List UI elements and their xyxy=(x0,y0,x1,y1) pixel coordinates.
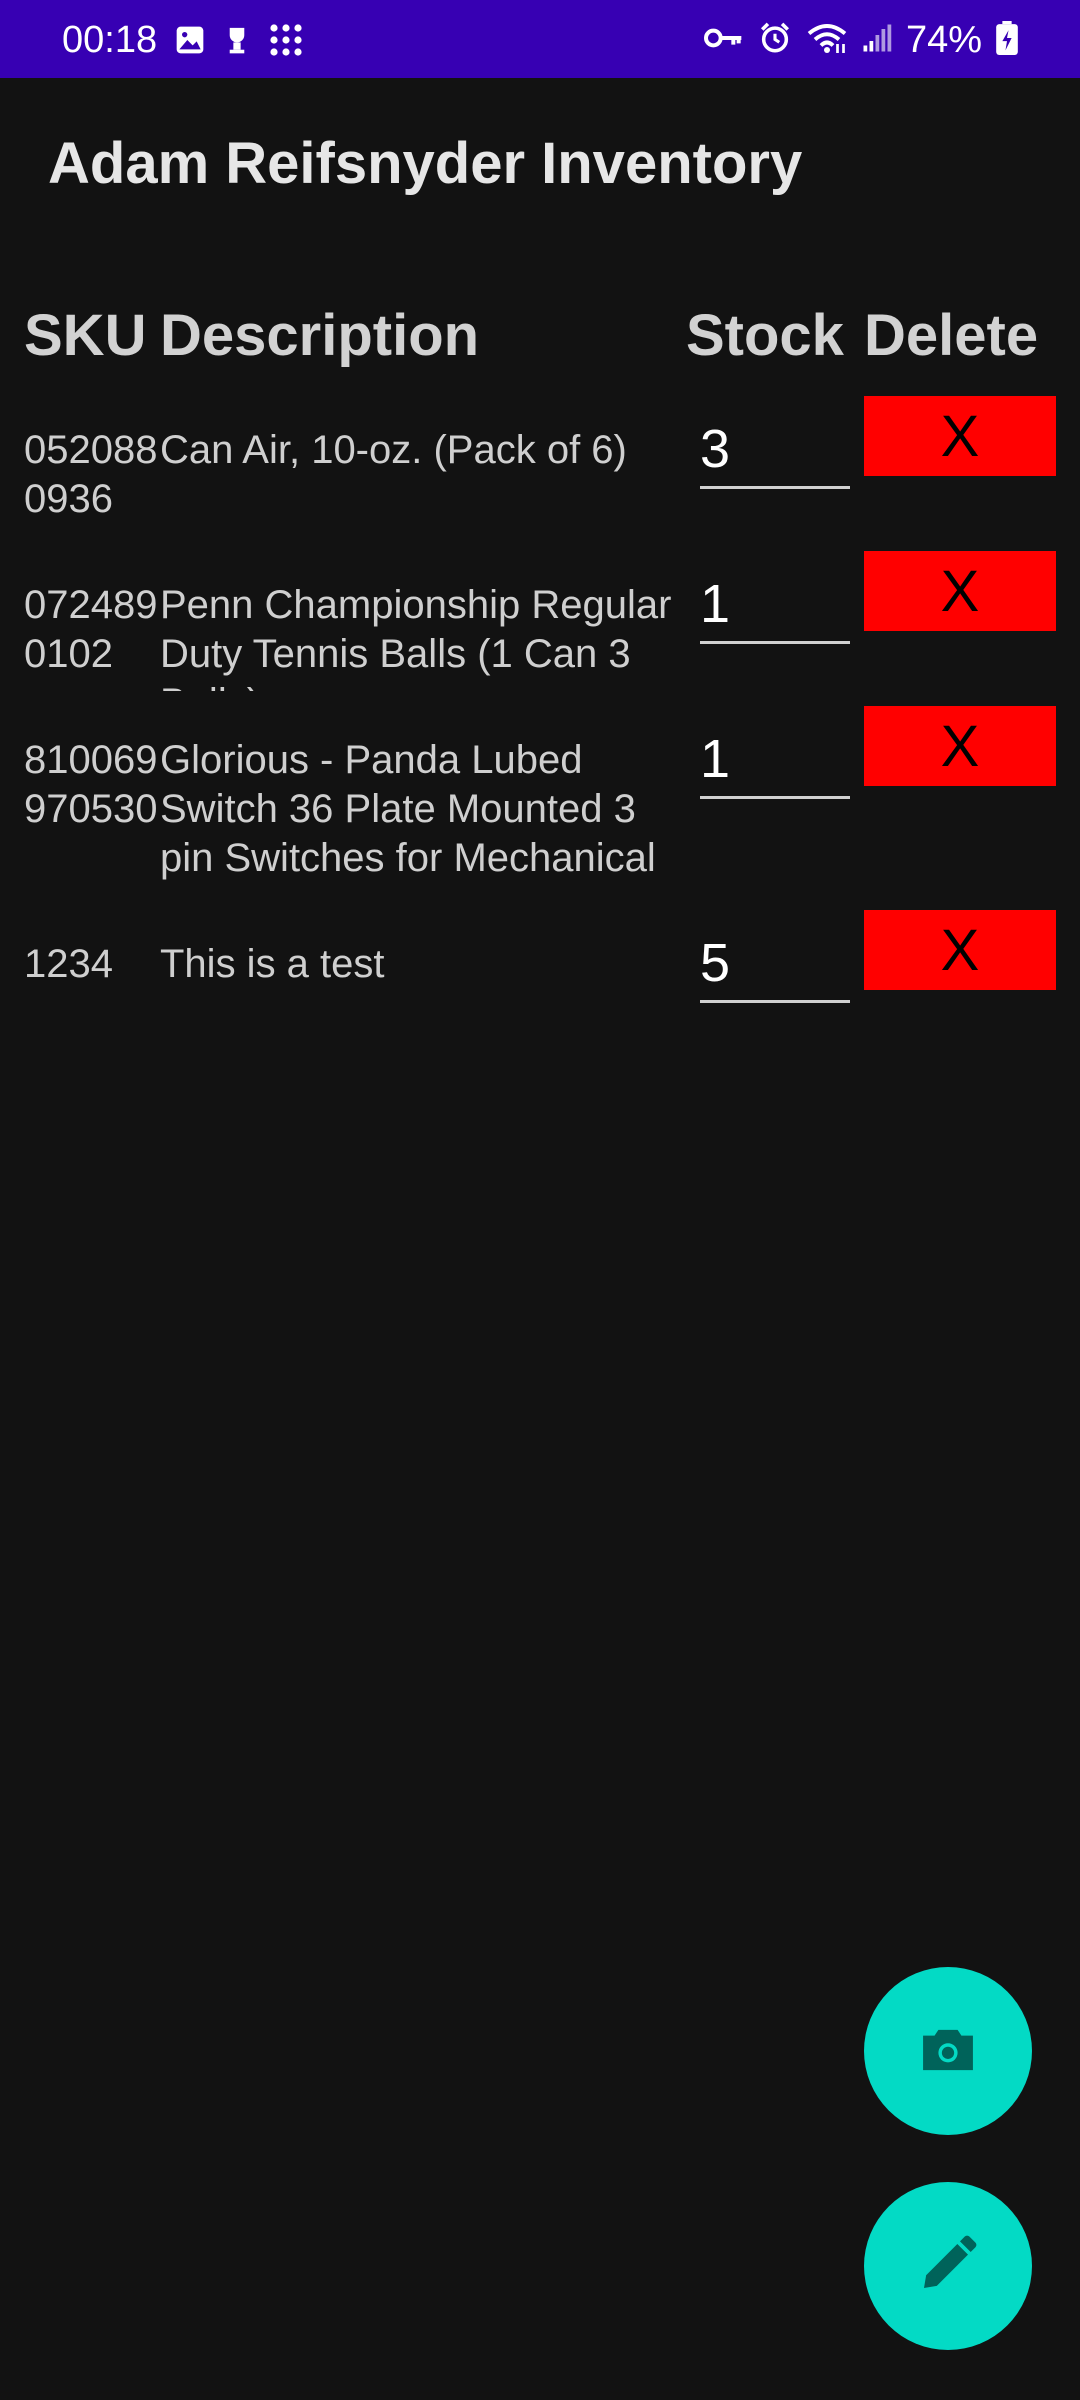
header-delete: Delete xyxy=(864,303,1039,368)
delete-button[interactable]: X xyxy=(864,396,1056,476)
header-description: Description xyxy=(160,303,480,368)
stock-input[interactable] xyxy=(700,722,850,799)
status-bar: 00:18 74% xyxy=(0,0,1080,78)
status-time: 00:18 xyxy=(62,19,158,61)
header-stock: Stock xyxy=(686,303,844,368)
row-sku: 1234 xyxy=(24,942,113,986)
alarm-icon xyxy=(758,21,792,60)
row-sku: 0724890102 xyxy=(24,583,158,676)
apps-grid-icon xyxy=(268,22,304,63)
wifi-icon xyxy=(806,21,848,60)
battery-icon xyxy=(996,20,1018,60)
notification-icon xyxy=(222,23,252,62)
row-description: Penn Championship Regular Duty Tennis Ba… xyxy=(160,583,672,691)
vpn-key-icon xyxy=(703,24,744,57)
delete-button[interactable]: X xyxy=(864,551,1056,631)
signal-icon xyxy=(862,23,892,58)
image-icon xyxy=(174,24,206,61)
stock-input[interactable] xyxy=(700,412,850,489)
row-sku: 810069970530 xyxy=(24,738,158,831)
row-description: This is a test xyxy=(160,942,385,986)
delete-button[interactable]: X xyxy=(864,910,1056,990)
row-description: Can Air, 10-oz. (Pack of 6) xyxy=(160,428,627,472)
status-left-icons xyxy=(174,22,304,63)
camera-icon xyxy=(919,2026,977,2077)
battery-percentage: 74% xyxy=(905,19,982,61)
table-header: SKU Description Stock Delete xyxy=(0,300,1080,380)
stock-input[interactable] xyxy=(700,926,850,1003)
status-right-icons: 74% xyxy=(703,18,1018,62)
row-description: Glorious - Panda Lubed Switch 36 Plate M… xyxy=(160,738,656,888)
edit-fab-button[interactable] xyxy=(864,2182,1032,2350)
table-row: 810069970530 Glorious - Panda Lubed Swit… xyxy=(0,706,1080,888)
table-row: 0724890102 Penn Championship Regular Dut… xyxy=(0,551,1080,691)
header-sku: SKU xyxy=(24,303,147,368)
row-sku: 0520880936 xyxy=(24,428,158,521)
table-row: 1234 This is a test X xyxy=(0,910,1080,1003)
stock-input[interactable] xyxy=(700,567,850,644)
pencil-icon xyxy=(916,2232,980,2301)
page-title: Adam Reifsnyder Inventory xyxy=(48,131,803,196)
table-row: 0520880936 Can Air, 10-oz. (Pack of 6) X xyxy=(0,396,1080,536)
camera-fab-button[interactable] xyxy=(864,1967,1032,2135)
delete-button[interactable]: X xyxy=(864,706,1056,786)
